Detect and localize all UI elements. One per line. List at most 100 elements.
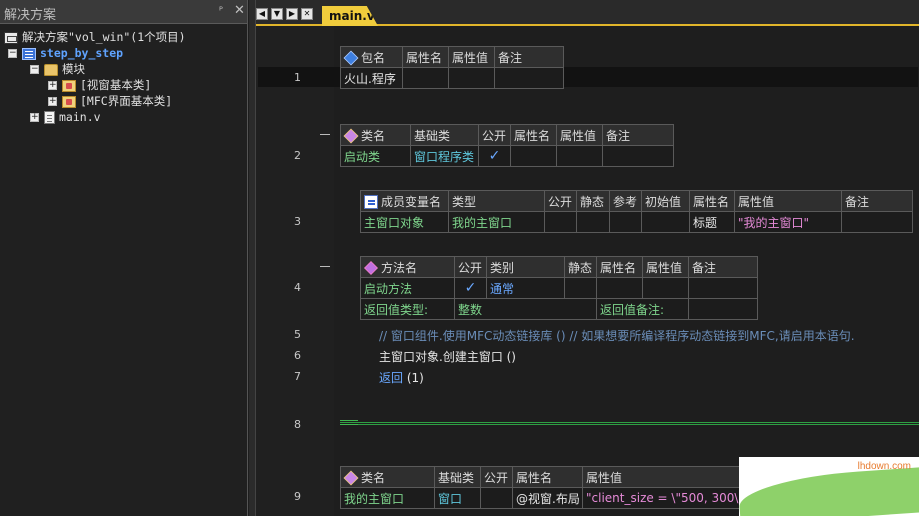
class-name-cell[interactable]: 启动类 <box>340 145 411 167</box>
code-line-comment[interactable]: // 窗口组件.使用MFC动态链接库 () // 如果想要所编译程序动态链接到M… <box>379 327 855 344</box>
cell[interactable] <box>556 145 603 167</box>
public-check-icon[interactable]: ✓ <box>454 277 487 299</box>
method-category-cell[interactable]: 通常 <box>486 277 565 299</box>
cell[interactable] <box>609 211 642 233</box>
expand-icon[interactable]: + <box>48 81 57 90</box>
tree-item-mfc-basic-class[interactable]: + [MFC界面基本类] <box>48 93 172 109</box>
line-number: 1 <box>294 71 301 84</box>
return-note-value[interactable] <box>688 298 758 320</box>
cell[interactable] <box>641 211 690 233</box>
attr-value-cell[interactable]: "我的主窗口" <box>734 211 842 233</box>
tab-next-icon[interactable]: ▶ <box>286 8 298 20</box>
header-cell: 属性名 <box>510 124 557 146</box>
member-type-cell[interactable]: 我的主窗口 <box>448 211 545 233</box>
tree-item-main-file[interactable]: + main.v <box>30 109 101 125</box>
close-icon[interactable]: ✕ <box>234 3 245 18</box>
header-cell: 类别 <box>486 256 565 278</box>
cell[interactable] <box>602 145 674 167</box>
line-number: 7 <box>294 370 301 383</box>
cell[interactable] <box>642 277 689 299</box>
watermark-text: lhdown.com <box>857 461 911 472</box>
attr-name-cell[interactable]: @视窗.布局 <box>512 487 583 509</box>
header-cell: 属性值 <box>448 46 495 68</box>
table-header-row: 包名 属性名 属性值 备注 <box>340 46 564 68</box>
public-check-icon[interactable]: ✓ <box>478 145 511 167</box>
return-row[interactable]: 返回值类型: 整数 返回值备注: <box>360 298 758 320</box>
header-cell: 备注 <box>602 124 674 146</box>
pin-icon[interactable]: ᴾ <box>219 6 223 17</box>
header-cell: 属性名 <box>402 46 449 68</box>
tree-item-label: 模块 <box>62 62 85 76</box>
tree-item-project[interactable]: − step_by_step <box>8 45 123 61</box>
class-separator-line <box>340 422 919 425</box>
class-name-cell[interactable]: 我的主窗口 <box>340 487 435 509</box>
cell[interactable] <box>480 487 513 509</box>
line-number: 8 <box>294 418 301 431</box>
fold-marker[interactable] <box>320 266 330 267</box>
header-cell: 静态 <box>576 190 610 212</box>
fold-marker[interactable] <box>320 134 330 135</box>
solution-icon <box>4 31 18 44</box>
class-table: 类名 基础类 公开 属性名 属性值 备注 启动类 窗口程序类 ✓ <box>340 124 674 167</box>
return-type-value[interactable]: 整数 <box>454 298 597 320</box>
header-cell: 初始值 <box>641 190 690 212</box>
solution-panel-title: 解决方案 <box>4 8 57 23</box>
collapse-icon[interactable]: − <box>30 65 39 74</box>
header-cell: 公开 <box>454 256 487 278</box>
header-cell: 公开 <box>478 124 511 146</box>
line-number: 3 <box>294 215 301 228</box>
base-class-cell[interactable]: 窗口程序类 <box>410 145 479 167</box>
code-line-create-window[interactable]: 主窗口对象.创建主窗口 () <box>379 348 516 365</box>
base-class-cell[interactable]: 窗口 <box>434 487 481 509</box>
class-library-icon <box>62 79 76 92</box>
solution-panel-header: 解决方案 ᴾ ✕ <box>0 0 247 24</box>
tab-prev-icon[interactable]: ◀ <box>256 8 268 20</box>
attr-name-cell[interactable]: 标题 <box>689 211 735 233</box>
method-table: 方法名 公开 类别 静态 属性名 属性值 备注 启动方法 ✓ 通常 返回值类型:… <box>360 256 758 320</box>
return-keyword: 返回 <box>379 371 404 385</box>
cell[interactable] <box>841 211 913 233</box>
cell[interactable] <box>688 277 758 299</box>
header-cell: 参考 <box>609 190 642 212</box>
project-icon <box>22 47 36 60</box>
tab-main-v[interactable]: main.v <box>322 6 378 26</box>
package-name-cell[interactable]: 火山.程序 <box>340 67 403 89</box>
line-number-gutter <box>256 26 334 516</box>
header-cell: 备注 <box>688 256 758 278</box>
tree-item-module-folder[interactable]: − 模块 <box>30 61 85 77</box>
class-icon <box>343 470 359 486</box>
cell[interactable] <box>564 277 597 299</box>
cell[interactable] <box>510 145 557 167</box>
header-cell: 公开 <box>480 466 513 488</box>
class-icon <box>343 128 359 144</box>
cell[interactable] <box>402 67 449 89</box>
cell[interactable] <box>494 67 564 89</box>
tab-list-icon[interactable]: ▼ <box>271 8 283 20</box>
header-cell: 属性名 <box>689 190 735 212</box>
method-name-cell[interactable]: 启动方法 <box>360 277 455 299</box>
expand-icon[interactable]: + <box>48 97 57 106</box>
member-name-cell[interactable]: 主窗口对象 <box>360 211 449 233</box>
tree-item-solution[interactable]: 解决方案"vol_win"(1个项目) <box>4 29 186 45</box>
cell[interactable] <box>448 67 495 89</box>
expand-icon[interactable]: + <box>30 113 39 122</box>
header-cell: 类名 <box>340 466 435 488</box>
line-number: 6 <box>294 349 301 362</box>
tree-item-window-basic-class[interactable]: + [视窗基本类] <box>48 77 151 93</box>
table-row[interactable]: 启动类 窗口程序类 ✓ <box>340 145 674 167</box>
header-cell: 属性值 <box>556 124 603 146</box>
panel-splitter[interactable] <box>249 0 256 516</box>
tab-close-icon[interactable]: ✕ <box>301 8 313 20</box>
header-cell: 公开 <box>544 190 577 212</box>
cell[interactable] <box>544 211 577 233</box>
cell[interactable] <box>596 277 643 299</box>
cell[interactable] <box>576 211 610 233</box>
code-line-return[interactable]: 返回 (1) <box>379 369 424 386</box>
tree-item-label: main.v <box>59 110 101 124</box>
method-icon <box>364 261 378 275</box>
line-number: 5 <box>294 328 301 341</box>
table-row[interactable]: 主窗口对象 我的主窗口 标题 "我的主窗口" <box>360 211 913 233</box>
table-row[interactable]: 启动方法 ✓ 通常 <box>360 277 758 299</box>
table-row[interactable]: 火山.程序 <box>340 67 564 89</box>
collapse-icon[interactable]: − <box>8 49 17 58</box>
